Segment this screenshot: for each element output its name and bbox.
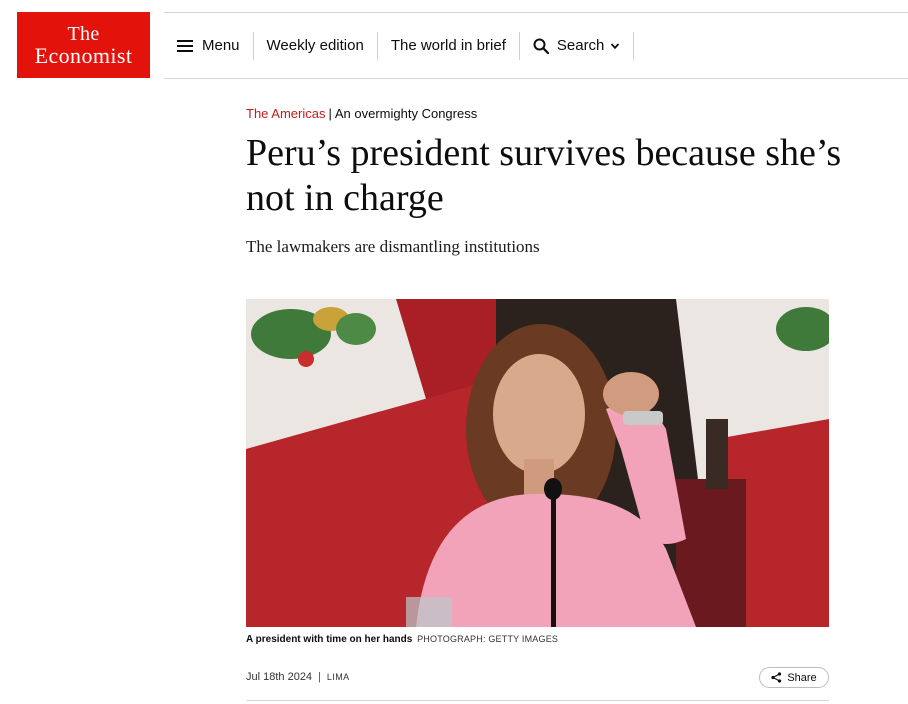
menu-button[interactable]: Menu xyxy=(164,13,253,78)
search-button[interactable]: Search xyxy=(520,13,634,78)
world-in-brief-label: The world in brief xyxy=(390,37,506,54)
article-meta-divider xyxy=(246,700,829,701)
dateline-location: Lima xyxy=(326,672,350,682)
logo-line-2: Economist xyxy=(34,42,133,68)
economist-logo[interactable]: The Economist xyxy=(17,12,150,78)
caption-text: A president with time on her hands xyxy=(246,634,413,645)
photo-credit: Photograph: Getty Images xyxy=(417,634,559,644)
share-label: Share xyxy=(787,671,817,684)
fly-title: An overmighty Congress xyxy=(334,106,478,121)
lead-image xyxy=(246,299,829,627)
world-in-brief-link[interactable]: The world in brief xyxy=(378,13,519,78)
search-label: Search xyxy=(556,37,605,54)
nav-separator xyxy=(633,31,635,60)
search-icon xyxy=(533,38,549,54)
publish-date: Jul 18th 2024 xyxy=(246,671,313,683)
lead-image-illustration xyxy=(246,299,829,627)
image-caption: A president with time on her hands Photo… xyxy=(246,634,558,645)
chevron-down-icon xyxy=(611,42,620,49)
article-rubric: The Americas | An overmighty Congress xyxy=(246,106,477,121)
weekly-edition-label: Weekly edition xyxy=(266,37,364,54)
menu-icon xyxy=(177,39,193,52)
meta-divider: | xyxy=(318,671,321,683)
share-button[interactable]: Share xyxy=(759,667,829,688)
top-navigation: Menu Weekly edition The world in brief S… xyxy=(164,13,635,78)
section-link[interactable]: The Americas xyxy=(246,106,325,121)
article-subheadline: The lawmakers are dismantling institutio… xyxy=(246,237,540,256)
logo-line-1: The xyxy=(67,22,100,45)
menu-label: Menu xyxy=(202,37,240,54)
article-meta: Jul 18th 2024 | Lima xyxy=(246,671,350,683)
article-headline: Peru’s president survives because she’s … xyxy=(246,132,842,219)
header-bottom-divider xyxy=(164,78,908,79)
weekly-edition-link[interactable]: Weekly edition xyxy=(254,13,377,78)
rubric-divider: | xyxy=(328,106,332,121)
share-icon xyxy=(771,672,782,683)
